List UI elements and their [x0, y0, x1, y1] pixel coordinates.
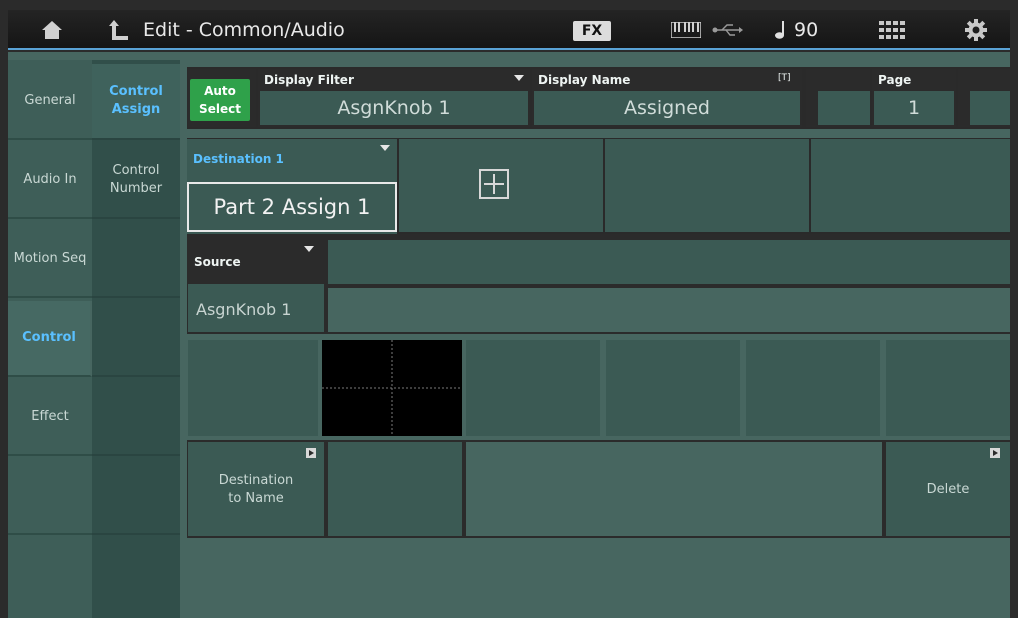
action-empty-2	[466, 442, 882, 536]
subtab-control-assign[interactable]: Control Assign	[92, 64, 180, 140]
chevron-down-icon	[304, 246, 314, 252]
curve-param-2	[606, 340, 740, 436]
display-filter-label: Display Filter	[264, 73, 354, 87]
delete-button[interactable]: Delete	[886, 442, 1010, 536]
tempo-value[interactable]: 90	[794, 10, 818, 50]
source-value: AsgnKnob 1	[196, 300, 292, 319]
destination-empty-1	[605, 139, 809, 232]
destination-1-field[interactable]: Destination 1 Part 2 Assign 1	[187, 139, 397, 235]
curve-param-1	[466, 340, 600, 436]
display-filter-value: AsgnKnob 1	[337, 97, 451, 119]
curve-graph[interactable]	[322, 340, 462, 436]
source-bar	[328, 240, 1010, 284]
keyboard-icon	[668, 10, 704, 50]
auto-select-line2: Select	[199, 102, 241, 116]
dest-to-name-line1: Destination	[218, 473, 294, 488]
toolbar-spacer	[806, 69, 870, 127]
usb-icon	[710, 10, 746, 50]
dest-to-name-line2: to Name	[228, 491, 284, 506]
chevron-down-icon	[380, 145, 390, 151]
auto-select-button[interactable]: Auto Select	[188, 69, 256, 127]
destination-1-label: Destination 1	[193, 152, 284, 166]
destination-empty-2	[811, 139, 1010, 232]
source-bar-lower	[328, 288, 1010, 332]
title-bar: Edit - Common/Audio FX 90	[8, 10, 1010, 50]
auto-select-line1: Auto	[204, 84, 236, 98]
display-name-value: Assigned	[624, 97, 710, 119]
play-icon	[990, 448, 1000, 458]
text-icon: [T]	[778, 73, 791, 83]
tab-motion-seq[interactable]: Motion Seq	[8, 222, 92, 298]
chevron-down-icon	[514, 75, 524, 81]
delete-label: Delete	[926, 482, 970, 497]
page-value: 1	[907, 97, 921, 119]
add-destination-cell[interactable]	[399, 139, 603, 232]
home-icon[interactable]	[32, 10, 72, 50]
gear-icon[interactable]	[956, 10, 996, 50]
display-name-field[interactable]: Display Name [T] Assigned	[532, 69, 802, 127]
subtab-empty-2	[92, 301, 180, 377]
source-field[interactable]: Source AsgnKnob 1	[188, 240, 324, 332]
page-label: Page	[878, 73, 912, 87]
tab-general[interactable]: General	[8, 64, 92, 140]
curve-empty-cell	[188, 340, 318, 436]
grid-icon[interactable]	[872, 10, 912, 50]
note-icon	[770, 10, 790, 50]
page-title: Edit - Common/Audio	[143, 19, 345, 41]
fx-indicator[interactable]: FX	[573, 21, 611, 41]
subtab-empty-4	[92, 459, 180, 535]
tab-control[interactable]: Control	[8, 301, 92, 377]
curve-param-4	[886, 340, 1010, 436]
tab-audio-in[interactable]: Audio In	[8, 143, 92, 219]
action-empty-1	[328, 442, 462, 536]
play-icon	[306, 448, 316, 458]
plus-icon[interactable]	[479, 169, 509, 199]
curve-param-3	[746, 340, 880, 436]
destination-to-name-button[interactable]: Destination to Name	[188, 442, 324, 536]
display-filter-field[interactable]: Display Filter AsgnKnob 1	[258, 69, 530, 127]
destination-1-value: Part 2 Assign 1	[213, 195, 371, 219]
subtab-empty-1	[92, 222, 180, 298]
page-field[interactable]: Page 1	[872, 69, 956, 127]
subtab-control-number[interactable]: Control Number	[92, 143, 180, 219]
display-name-label: Display Name	[538, 73, 631, 87]
source-label: Source	[194, 255, 241, 269]
up-arrow-icon[interactable]	[102, 10, 136, 50]
tab-empty-1	[8, 459, 92, 535]
subtab-empty-3	[92, 380, 180, 456]
toolbar-right-spacer	[958, 69, 1010, 127]
tab-effect[interactable]: Effect	[8, 380, 92, 456]
